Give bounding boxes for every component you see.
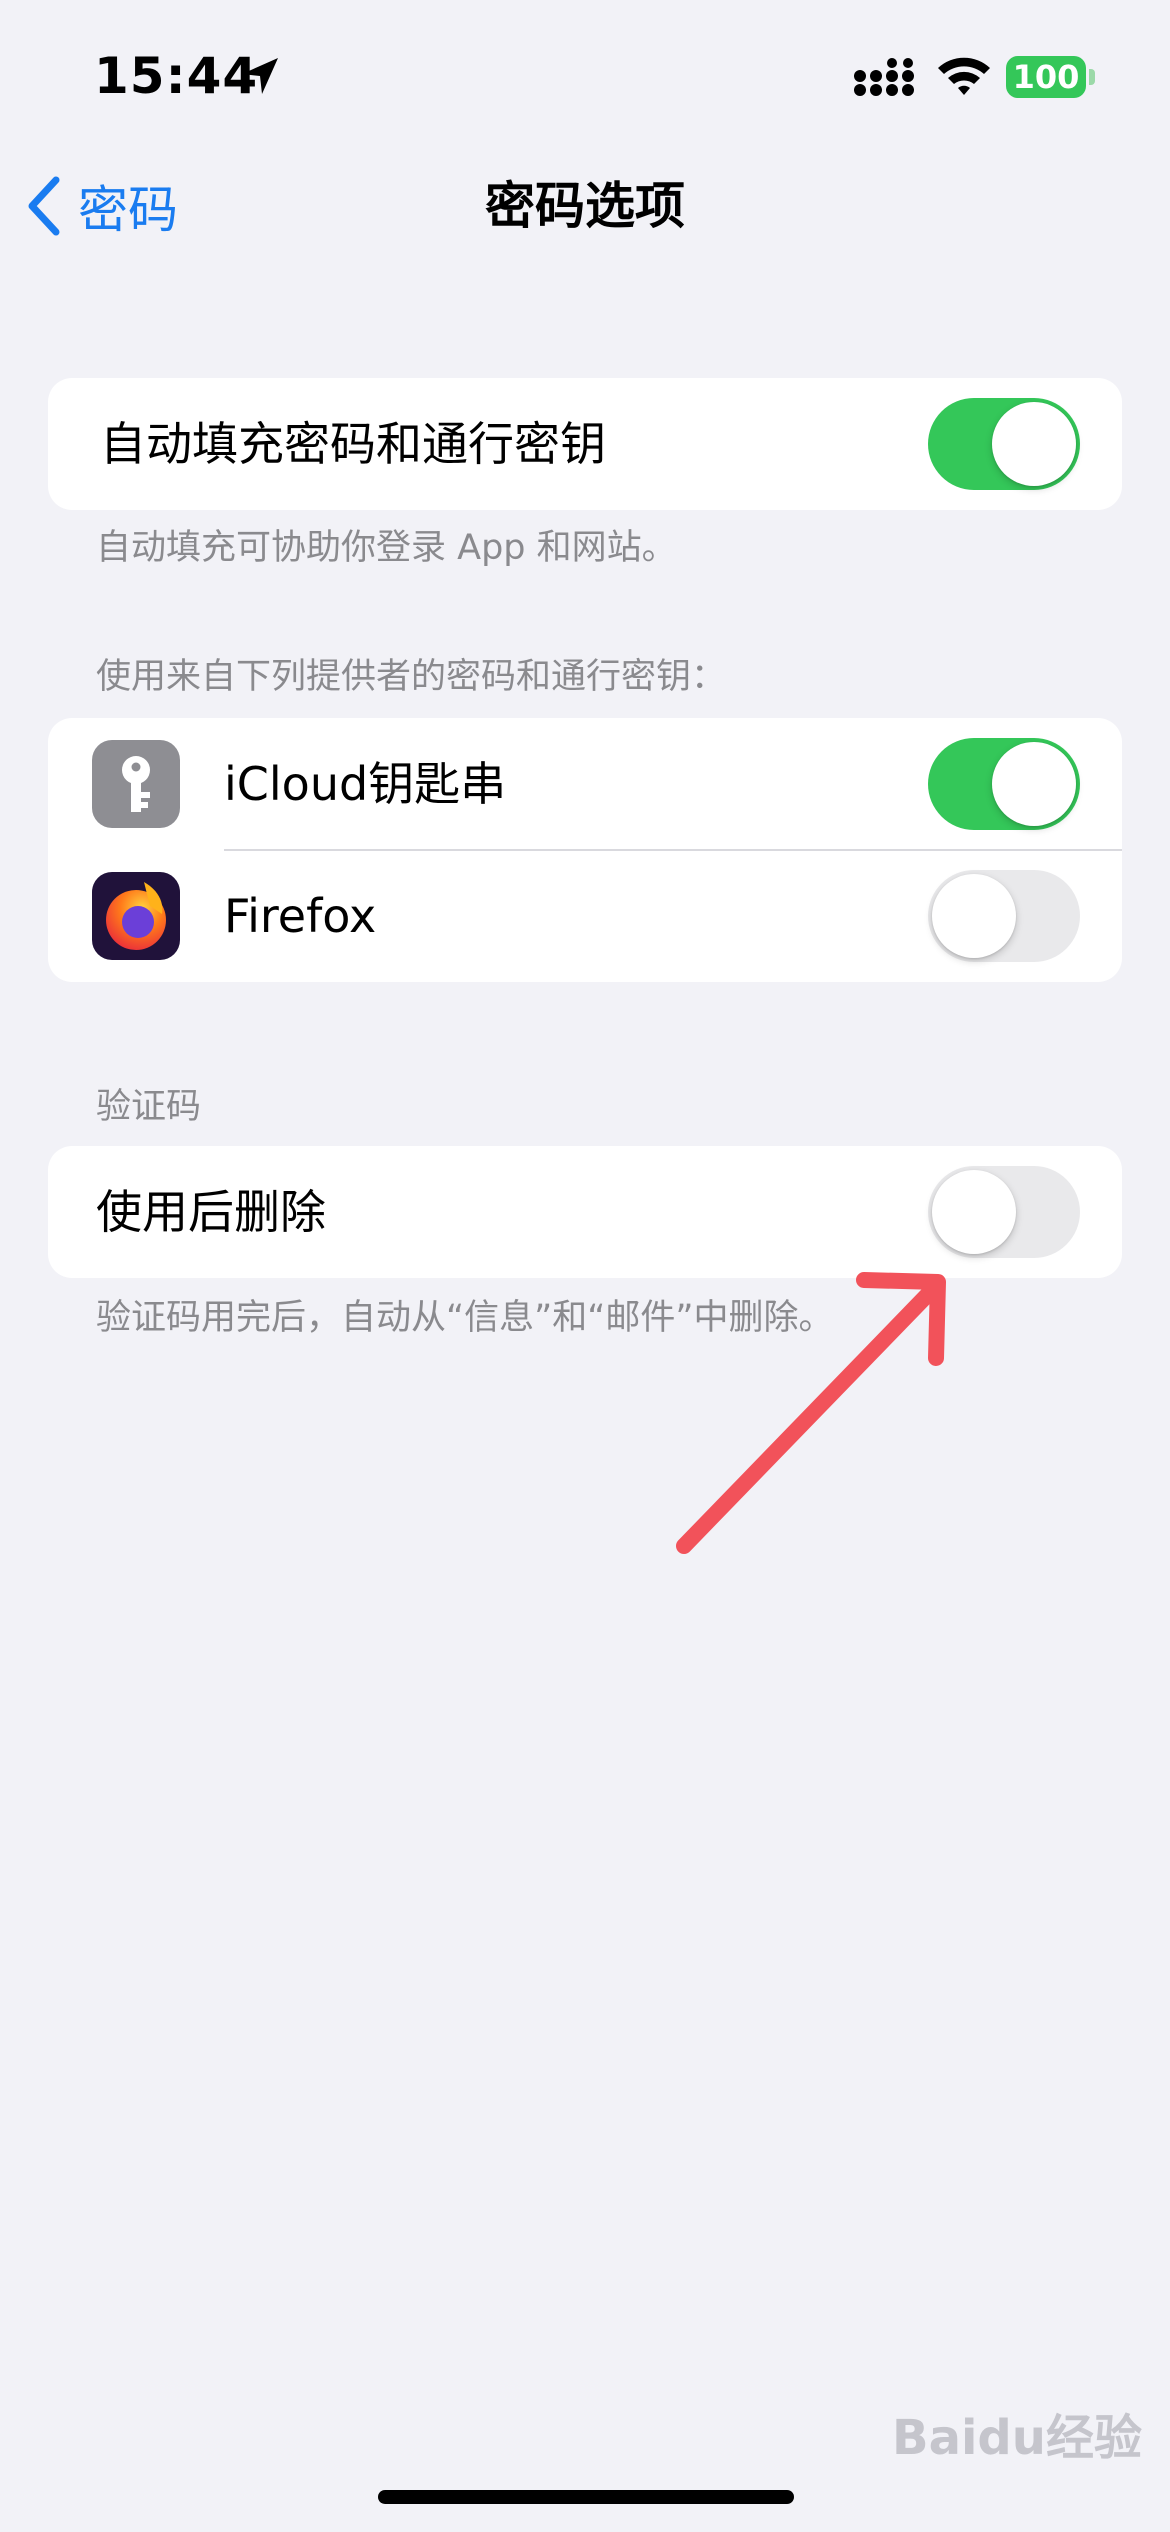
provider-label-icloud: iCloud钥匙串 bbox=[224, 757, 507, 811]
toggle-knob bbox=[932, 874, 1016, 958]
provider-row-firefox: Firefox bbox=[48, 850, 1122, 982]
status-bar: 15:44 100 bbox=[0, 0, 1170, 150]
wifi-icon bbox=[938, 57, 990, 95]
baidu-watermark: Baidu经验 bbox=[892, 2410, 1142, 2466]
signal-icon bbox=[854, 58, 914, 96]
status-time: 15:44 bbox=[94, 47, 259, 105]
keychain-icon bbox=[92, 740, 180, 828]
annotation-arrow bbox=[676, 1272, 946, 1554]
firefox-icon bbox=[92, 872, 180, 960]
location-arrow-icon bbox=[242, 58, 278, 94]
firefox-toggle[interactable] bbox=[928, 870, 1080, 962]
icloud-keychain-toggle[interactable] bbox=[928, 738, 1080, 830]
delete-after-use-label: 使用后删除 bbox=[96, 1185, 326, 1239]
delete-after-use-toggle[interactable] bbox=[928, 1166, 1080, 1258]
autofill-row: 自动填充密码和通行密钥 bbox=[48, 378, 1122, 510]
toggle-knob bbox=[992, 742, 1076, 826]
verification-header: 验证码 bbox=[96, 1087, 202, 1127]
autofill-label: 自动填充密码和通行密钥 bbox=[100, 417, 606, 471]
battery-icon: 100 bbox=[1006, 56, 1086, 98]
home-indicator bbox=[378, 2490, 794, 2504]
provider-row-icloud: iCloud钥匙串 bbox=[48, 718, 1122, 850]
providers-header: 使用来自下列提供者的密码和通行密钥： bbox=[96, 657, 727, 697]
toggle-knob bbox=[992, 402, 1076, 486]
toggle-knob bbox=[932, 1170, 1016, 1254]
providers-group: iCloud钥匙串 Firefox bbox=[48, 718, 1122, 982]
autofill-footer: 自动填充可协助你登录 App 和网站。 bbox=[96, 528, 677, 568]
autofill-group: 自动填充密码和通行密钥 bbox=[48, 378, 1122, 510]
battery-cap bbox=[1089, 69, 1095, 85]
navigation-bar: 密码 密码选项 bbox=[0, 160, 1170, 252]
provider-label-firefox: Firefox bbox=[224, 889, 377, 943]
page-title: 密码选项 bbox=[485, 177, 685, 235]
autofill-toggle[interactable] bbox=[928, 398, 1080, 490]
